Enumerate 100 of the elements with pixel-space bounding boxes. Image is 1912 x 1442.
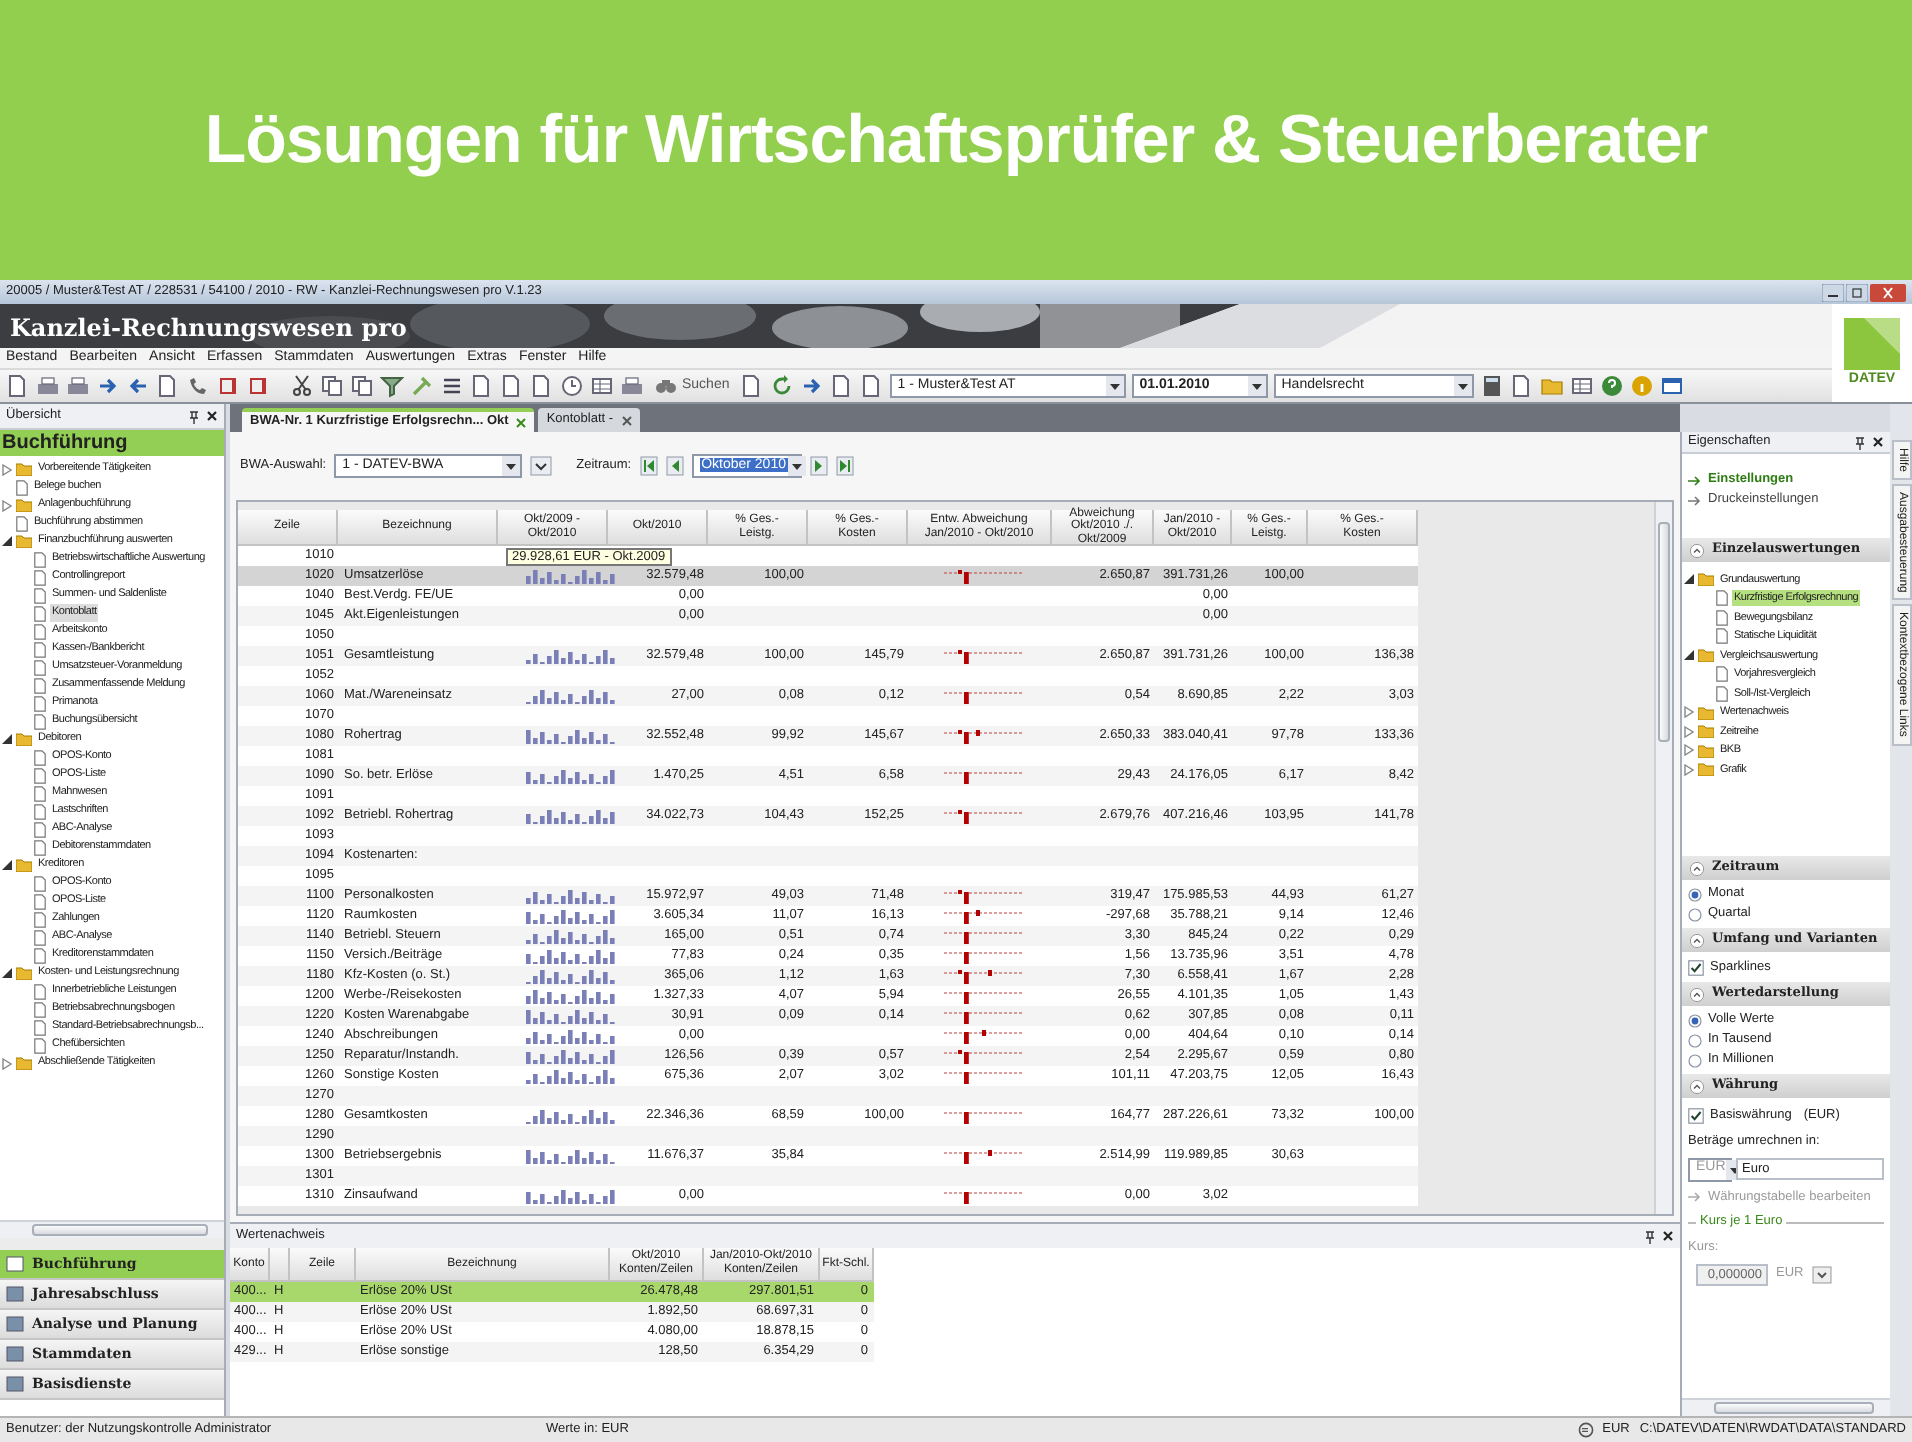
collapse-chevron-icon[interactable]: [1690, 933, 1704, 947]
document-icon[interactable]: [500, 374, 524, 398]
deviation-sparkline: [944, 688, 1024, 704]
folder-icon: [16, 732, 32, 746]
document-icon[interactable]: [156, 374, 180, 398]
calculator-icon[interactable]: [1479, 374, 1504, 398]
funnel-icon[interactable]: [380, 374, 404, 398]
close-icon[interactable]: [206, 409, 218, 421]
folder-icon: [16, 966, 32, 980]
last-page-icon[interactable]: [835, 456, 854, 476]
document-icon: [16, 515, 28, 531]
collapse-chevron-icon[interactable]: [1690, 987, 1704, 1001]
folder-icon: [16, 534, 32, 548]
section-title: Buchführung: [0, 430, 224, 456]
table-icon[interactable]: [590, 374, 614, 398]
checkbox[interactable]: [1688, 959, 1704, 975]
printer-icon[interactable]: [66, 374, 90, 398]
printer-icon[interactable]: [36, 374, 60, 398]
collapsed-arrow-icon[interactable]: [1684, 706, 1694, 719]
collapsed-arrow-icon[interactable]: [1684, 744, 1694, 757]
deviation-sparkline: [944, 648, 1024, 664]
first-page-icon[interactable]: [639, 456, 658, 476]
collapse-chevron-icon[interactable]: [1690, 861, 1704, 875]
deviation-sparkline: [944, 808, 1024, 824]
refresh-icon[interactable]: [769, 374, 794, 398]
deviation-sparkline: [944, 1148, 1024, 1164]
folder-icon: [16, 462, 32, 476]
deviation-sparkline: [944, 1108, 1024, 1124]
deviation-sparkline: [944, 768, 1024, 784]
folder-icon: [16, 858, 32, 872]
arrow-icon: [1688, 475, 1702, 485]
document-icon[interactable]: [829, 374, 854, 398]
binoculars-icon[interactable]: [654, 374, 678, 398]
folder-icon: [16, 1056, 32, 1070]
deviation-sparkline: [944, 1048, 1024, 1064]
window-icon[interactable]: [1659, 374, 1684, 398]
radio-button[interactable]: [1688, 1013, 1702, 1027]
checkbox[interactable]: [1688, 1107, 1704, 1124]
help-icon[interactable]: [1599, 374, 1624, 398]
back-arrow-icon[interactable]: [126, 374, 150, 398]
document-icon[interactable]: [859, 374, 884, 398]
collapsed-arrow-icon[interactable]: [1684, 763, 1694, 776]
phone-icon[interactable]: [186, 374, 210, 398]
radio-button[interactable]: [1688, 907, 1702, 921]
deviation-sparkline: [944, 928, 1024, 944]
radio-button[interactable]: [1688, 1053, 1702, 1067]
close-icon[interactable]: [1872, 435, 1884, 447]
chevron-down-icon[interactable]: [1811, 1265, 1832, 1284]
arrow-icon[interactable]: [96, 374, 120, 398]
arrow-icon[interactable]: [799, 374, 824, 398]
document-icon[interactable]: [739, 374, 764, 398]
banner-title: Lösungen für Wirtschaftsprüfer & Steuerberater: [204, 99, 1708, 181]
radio-button[interactable]: [1688, 1033, 1702, 1047]
deviation-sparkline: [944, 948, 1024, 964]
collapse-chevron-icon[interactable]: [1690, 543, 1704, 557]
arrow-icon: [1688, 495, 1702, 505]
deviation-sparkline: [944, 728, 1024, 744]
previous-icon[interactable]: [665, 456, 684, 476]
arrow-icon: [1688, 1191, 1702, 1202]
list-icon[interactable]: [440, 374, 464, 398]
vertical-scrollbar[interactable]: [1654, 502, 1672, 1214]
collapsed-arrow-icon[interactable]: [1684, 725, 1694, 738]
copy-icon[interactable]: [350, 374, 374, 398]
clock-icon[interactable]: [560, 374, 584, 398]
next-icon[interactable]: [809, 456, 828, 476]
deviation-sparkline: [944, 888, 1024, 904]
pin-icon[interactable]: [1854, 435, 1866, 449]
collapsed-arrow-icon[interactable]: [2, 1057, 12, 1069]
copy-icon[interactable]: [320, 374, 344, 398]
expanded-arrow-icon[interactable]: [2, 968, 12, 978]
expanded-arrow-icon[interactable]: [2, 860, 12, 870]
chevron-down-icon[interactable]: [530, 456, 553, 476]
folder-icon: [16, 498, 32, 512]
deviation-sparkline: [944, 908, 1024, 924]
horizontal-scrollbar[interactable]: [0, 1220, 224, 1238]
expanded-arrow-icon[interactable]: [1684, 650, 1694, 661]
pin-icon[interactable]: [1644, 1229, 1656, 1243]
minimize-icon[interactable]: [1822, 283, 1844, 301]
logo-icon: [1844, 318, 1900, 370]
close-icon[interactable]: [1662, 1229, 1674, 1241]
document-icon[interactable]: [6, 374, 30, 398]
radio-button[interactable]: [1688, 887, 1702, 901]
deviation-sparkline: [944, 988, 1024, 1004]
collapse-chevron-icon[interactable]: [1690, 1079, 1704, 1093]
expanded-arrow-icon[interactable]: [2, 536, 12, 546]
expanded-arrow-icon[interactable]: [1684, 574, 1694, 585]
scissors-icon[interactable]: [290, 374, 314, 398]
folder-icon[interactable]: [1539, 374, 1564, 398]
table-icon[interactable]: [1569, 374, 1594, 398]
document-icon[interactable]: [1509, 374, 1534, 398]
collapsed-arrow-icon[interactable]: [2, 463, 12, 475]
pin-icon[interactable]: [188, 409, 200, 423]
expanded-arrow-icon[interactable]: [2, 734, 12, 744]
collapsed-arrow-icon[interactable]: [2, 499, 12, 511]
document-icon[interactable]: [530, 374, 554, 398]
printer-icon[interactable]: [620, 374, 644, 398]
horizontal-scrollbar[interactable]: [1682, 1398, 1890, 1416]
folder-icon: [1698, 572, 1714, 587]
restore-icon[interactable]: [1846, 283, 1868, 301]
document-icon[interactable]: [470, 374, 494, 398]
